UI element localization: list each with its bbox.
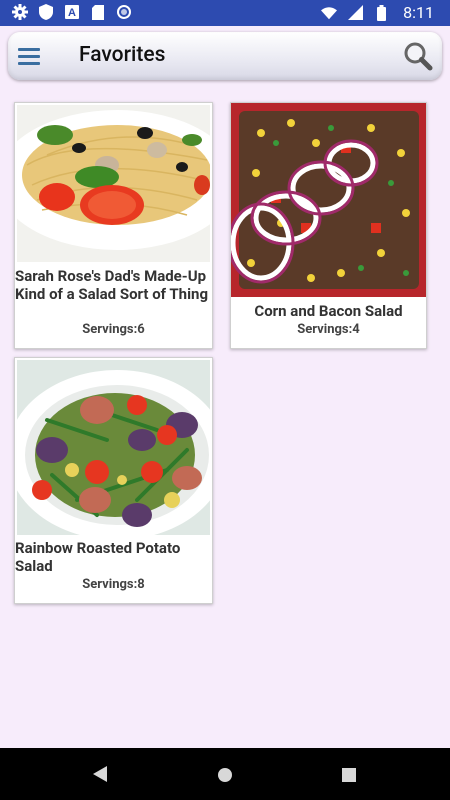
recipe-image [231,103,426,297]
search-icon[interactable] [402,40,434,72]
recipe-image [17,360,210,535]
recipe-title: Sarah Rose's Dad's Made-Up Kind of a Sal… [15,267,209,303]
page-title: Favorites [79,43,166,67]
recipe-card[interactable]: Corn and Bacon Salad Servings:4 [230,102,427,349]
recipe-servings: Servings:4 [297,322,360,337]
app-bar: Favorites [8,32,442,80]
svg-text:A: A [68,7,76,19]
back-icon[interactable] [93,766,107,786]
gear-icon [12,4,28,20]
recipe-title: Rainbow Roasted Potato Salad [15,539,181,575]
sd-card-icon [90,4,106,20]
shield-icon [38,4,54,20]
recipe-card[interactable]: Rainbow Roasted Potato Salad Servings:8 [14,357,213,604]
status-bar: A 8:11 [0,0,450,26]
recipe-servings: Servings:6 [82,322,145,337]
home-icon[interactable] [218,767,232,786]
recipe-title: Corn and Bacon Salad [254,302,403,320]
recipe-servings: Servings:8 [82,577,145,592]
circle-icon [116,4,132,20]
status-time: 8:11 [403,3,434,22]
recipe-image [17,105,210,262]
recents-icon[interactable] [342,767,356,786]
wifi-icon [321,5,338,21]
hamburger-menu-icon[interactable] [18,44,42,68]
font-a-icon: A [64,4,80,20]
navigation-bar [0,748,450,800]
signal-icon [347,5,363,21]
battery-icon [373,4,389,21]
recipe-card[interactable]: Sarah Rose's Dad's Made-Up Kind of a Sal… [14,102,213,349]
